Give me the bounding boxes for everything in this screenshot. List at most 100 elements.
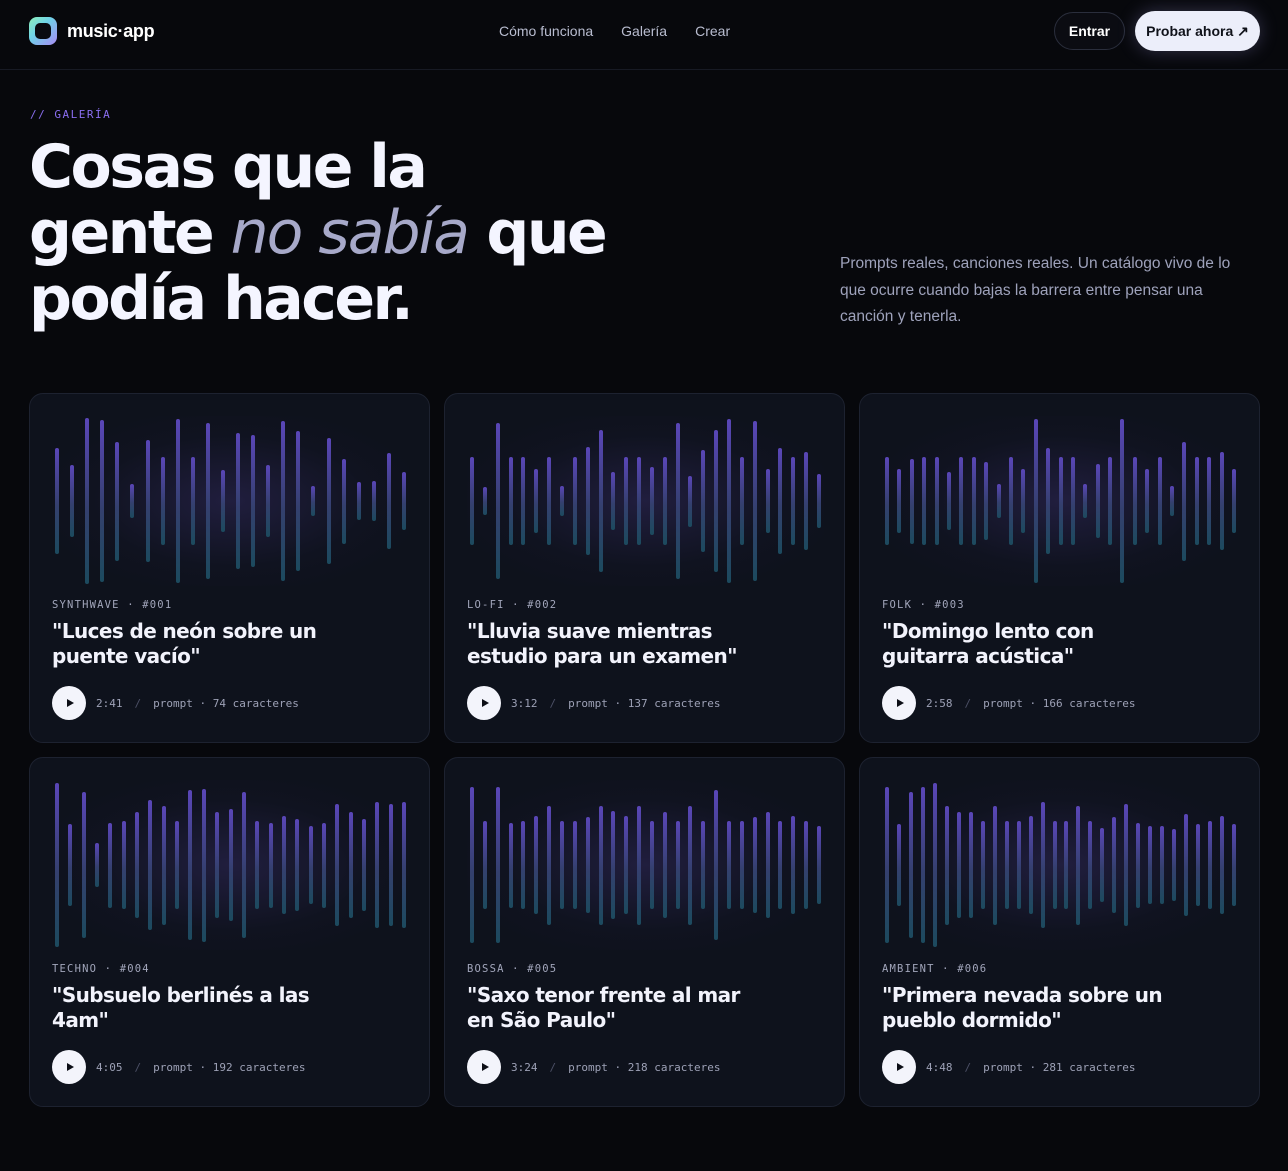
play-button[interactable] [882,1050,916,1084]
waveform-bar [1145,468,1150,534]
waveform-bar [255,820,260,910]
logo[interactable]: music·app [29,17,155,45]
waveform-bar [1095,463,1100,539]
waveform-bar [145,439,150,563]
card-footer: 4:48 / prompt · 281 caracteres [882,1050,1135,1084]
separator: / [549,696,557,710]
play-icon [896,699,904,707]
waveform-bar [817,473,821,529]
nav-link-crear[interactable]: Crear [695,23,730,39]
waveform-bar [470,456,474,546]
waveform-bar [585,817,590,913]
gallery-card[interactable]: AMBIENT · #006 "Primera nevada sobre un p… [859,757,1260,1107]
play-button[interactable] [467,686,501,720]
play-button[interactable] [467,1050,501,1084]
waveform-bar [495,422,500,580]
gallery-card[interactable]: LO-FI · #002 "Lluvia suave mientras estud… [444,393,845,743]
waveform-bar [81,791,86,939]
waveform-bar [175,419,180,583]
waveform-bar [160,456,165,546]
waveform-bar [1076,805,1081,925]
nav-link-como-funciona[interactable]: Cómo funciona [499,23,593,39]
card-title: "Primera nevada sobre un pueblo dormido" [882,983,1163,1032]
waveform-bar [188,790,193,940]
waveform-bar [896,824,901,906]
track-duration: 4:05 [96,1060,123,1074]
waveform-bar [817,825,821,905]
waveform-bar [637,456,642,546]
waveform-bar [1064,820,1069,910]
waveform-bar [135,812,140,918]
card-genre-tag: AMBIENT · #006 [882,963,988,975]
waveform-bar [1184,814,1189,916]
waveform-bar [675,820,680,910]
main-nav: Cómo funciona Galería Crear [499,23,730,39]
waveform-bar [572,820,577,910]
waveform-bar [675,422,680,580]
waveform-bar [220,470,225,532]
waveform-bar [1207,456,1212,546]
card-footer: 3:24 / prompt · 218 caracteres [467,1050,720,1084]
waveform-bar [1021,468,1026,534]
waveform-bar [335,803,340,927]
gallery-card[interactable]: FOLK · #003 "Domingo lento con guitarra a… [859,393,1260,743]
waveform [52,780,409,950]
waveform-bar [1112,817,1117,913]
waveform-bar [992,805,997,925]
track-duration: 4:48 [926,1060,953,1074]
waveform-bar [308,825,313,905]
waveform-bar [215,812,220,918]
waveform-bar [68,824,73,906]
waveform-bar [649,820,654,910]
waveform-bar [130,484,135,518]
brand-name: music·app [67,20,155,41]
waveform-bar [361,819,366,911]
waveform-bar [944,805,949,925]
try-now-button[interactable]: Probar ahora ↗ [1135,11,1260,51]
waveform-bar [971,456,976,546]
waveform-bar [375,802,380,928]
nav-link-galeria[interactable]: Galería [621,23,667,39]
card-title: "Saxo tenor frente al mar en São Paulo" [467,983,740,1032]
waveform-bar [701,820,706,910]
play-button[interactable] [882,686,916,720]
waveform-bar [662,812,667,918]
login-button[interactable]: Entrar [1054,12,1125,50]
waveform-bar [547,805,552,925]
waveform-bar [402,802,406,928]
waveform-bar [791,815,796,915]
waveform-bar [296,431,301,571]
waveform-bar [1008,456,1013,546]
gallery-card[interactable]: BOSSA · #005 "Saxo tenor frente al mar en… [444,757,845,1107]
play-button[interactable] [52,686,86,720]
title-line-1: Cosas que la [29,132,428,202]
waveform-bar [934,456,939,546]
waveform-bar [1033,419,1038,583]
hero-description: Prompts reales, canciones reales. Un cat… [840,255,1231,325]
waveform-bar [534,815,539,915]
waveform-bar [727,419,732,583]
card-genre-tag: LO-FI · #002 [467,599,558,611]
waveform-bar [348,812,353,918]
waveform-bar [598,805,603,925]
gallery-card[interactable]: SYNTHWAVE · #001 "Luces de neón sobre un … [29,393,430,743]
waveform-bar [778,448,783,554]
waveform-bar [148,800,153,930]
track-duration: 2:41 [96,696,123,710]
title-line-2-start: gente [29,198,231,268]
waveform-bar [980,820,985,910]
waveform-bar [1028,815,1033,915]
waveform-bar [946,472,951,530]
top-bar: music·app Cómo funciona Galería Crear En… [0,0,1288,70]
waveform-bar [572,456,577,546]
prompt-info: prompt · 166 caracteres [983,696,1136,710]
waveform-bar [1182,441,1187,561]
waveform-bar [251,434,256,568]
waveform-bar [356,482,361,520]
play-button[interactable] [52,1050,86,1084]
waveform-bar [559,820,564,910]
gallery-card[interactable]: TECHNO · #004 "Subsuelo berlinés a las 4a… [29,757,430,1107]
waveform-bar [1160,825,1165,905]
waveform-bar [1148,825,1153,905]
waveform-bar [100,420,105,582]
